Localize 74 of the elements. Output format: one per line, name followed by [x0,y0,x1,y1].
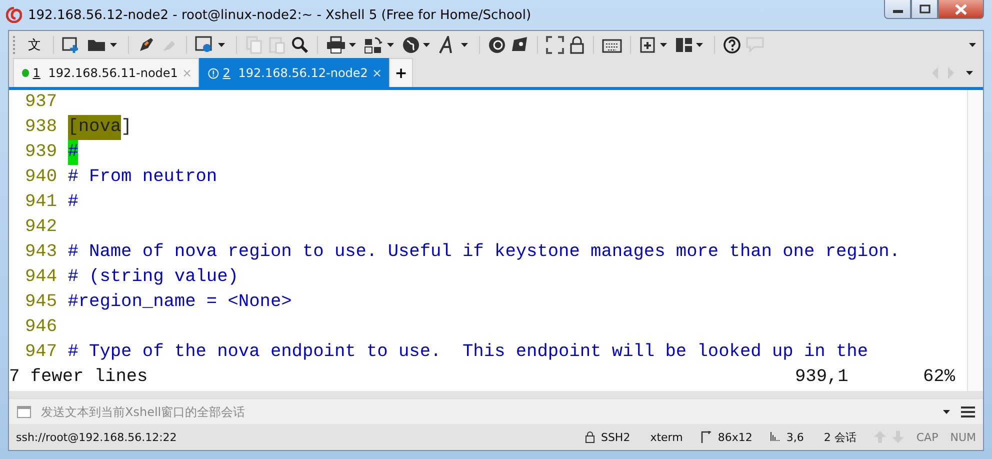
language-button[interactable]: 文 [24,36,45,54]
highlighted-text: [nova [68,115,122,140]
window-title: 192.168.56.12-node2 - root@linux-node2:~ - Xshell 5 (Free for Home/School) [28,8,532,22]
terminal-type-label: xterm [650,430,683,444]
code-text: # Type of the nova endpoint to use. This endpoint will be looked up in the [68,341,868,364]
cursor-icon [770,432,780,442]
copy-icon [245,36,263,54]
code-text: ] [121,116,132,139]
close-button[interactable] [938,0,984,19]
maximize-icon [918,4,930,14]
line-number: 937 [25,91,58,114]
lock-icon[interactable] [569,36,585,54]
close-tab-button[interactable]: × [372,66,382,80]
caret-icon[interactable] [943,410,950,414]
fullscreen-icon[interactable] [546,36,564,54]
session-tab[interactable]: 1 192.168.56.11-node1 × [13,58,199,87]
line-number: 946 [25,316,58,339]
printer-icon[interactable] [326,36,346,54]
line-number: 944 [25,266,58,289]
close-icon [954,4,968,14]
terminal-size-label: 86x12 [718,430,752,444]
menu-icon[interactable] [961,406,975,418]
keyboard-icon[interactable] [602,36,622,52]
command-message: 7 fewer lines [9,366,148,389]
caret-icon[interactable] [461,42,468,46]
resize-icon [700,431,712,443]
maximize-button[interactable] [911,0,938,19]
new-tab-button[interactable]: + [389,58,413,87]
checkbox-icon[interactable] [17,406,31,418]
pen-icon[interactable] [137,36,155,54]
key-indicator: NUM [950,430,976,444]
layout-icon[interactable] [675,36,693,54]
caret-icon[interactable] [696,42,703,46]
help-icon[interactable] [723,36,741,54]
cursor-position: 939,1 [794,366,850,389]
caret-icon[interactable] [218,42,225,46]
line-number: 945 [25,291,58,314]
line-number: 943 [25,241,58,264]
connected-status-icon [22,69,29,77]
line-number: 941 [25,191,58,214]
line-number: 938 [25,116,58,139]
caret-icon[interactable] [966,70,973,74]
code-text: # (string value) [68,266,238,289]
caret-icon[interactable] [387,42,394,46]
line-number: 942 [25,216,58,239]
caret-icon[interactable] [660,42,667,46]
caret-icon[interactable] [349,42,356,46]
line-number: 940 [25,166,58,189]
protocol-label: SSH2 [600,430,630,444]
code-text: #region_name = <None> [68,291,292,314]
code-text: # [68,191,78,214]
caret-icon[interactable] [423,42,430,46]
scroll-percent: 62% [922,366,955,389]
connection-address: ssh://root@192.168.56.12:22 [16,430,177,444]
session-tab[interactable]: 2 192.168.56.12-node2 × [199,58,389,87]
settings-icon[interactable] [195,36,215,54]
minimize-button[interactable] [884,0,911,19]
shell-logo-icon [6,7,22,23]
lock-icon [584,431,595,443]
line-number: 947 [25,341,58,364]
paste-icon [268,36,286,54]
add-folder-icon[interactable] [639,36,657,54]
cursor-text: # [68,140,78,165]
cursor-label: 3,6 [786,430,804,444]
caret-icon[interactable] [110,42,117,46]
key-indicator: CAP [916,430,938,444]
scroll-bar[interactable] [967,90,983,391]
line-number: 939 [25,141,58,164]
code-text: # Name of nova region to use. Useful if keystone manages more than one region. [68,241,900,264]
caret-icon[interactable] [969,42,976,46]
session-count: 2 会话 [824,430,856,444]
transfer-icon[interactable] [364,36,384,54]
search-icon[interactable] [291,36,309,54]
code-text: # From neutron [68,166,218,189]
